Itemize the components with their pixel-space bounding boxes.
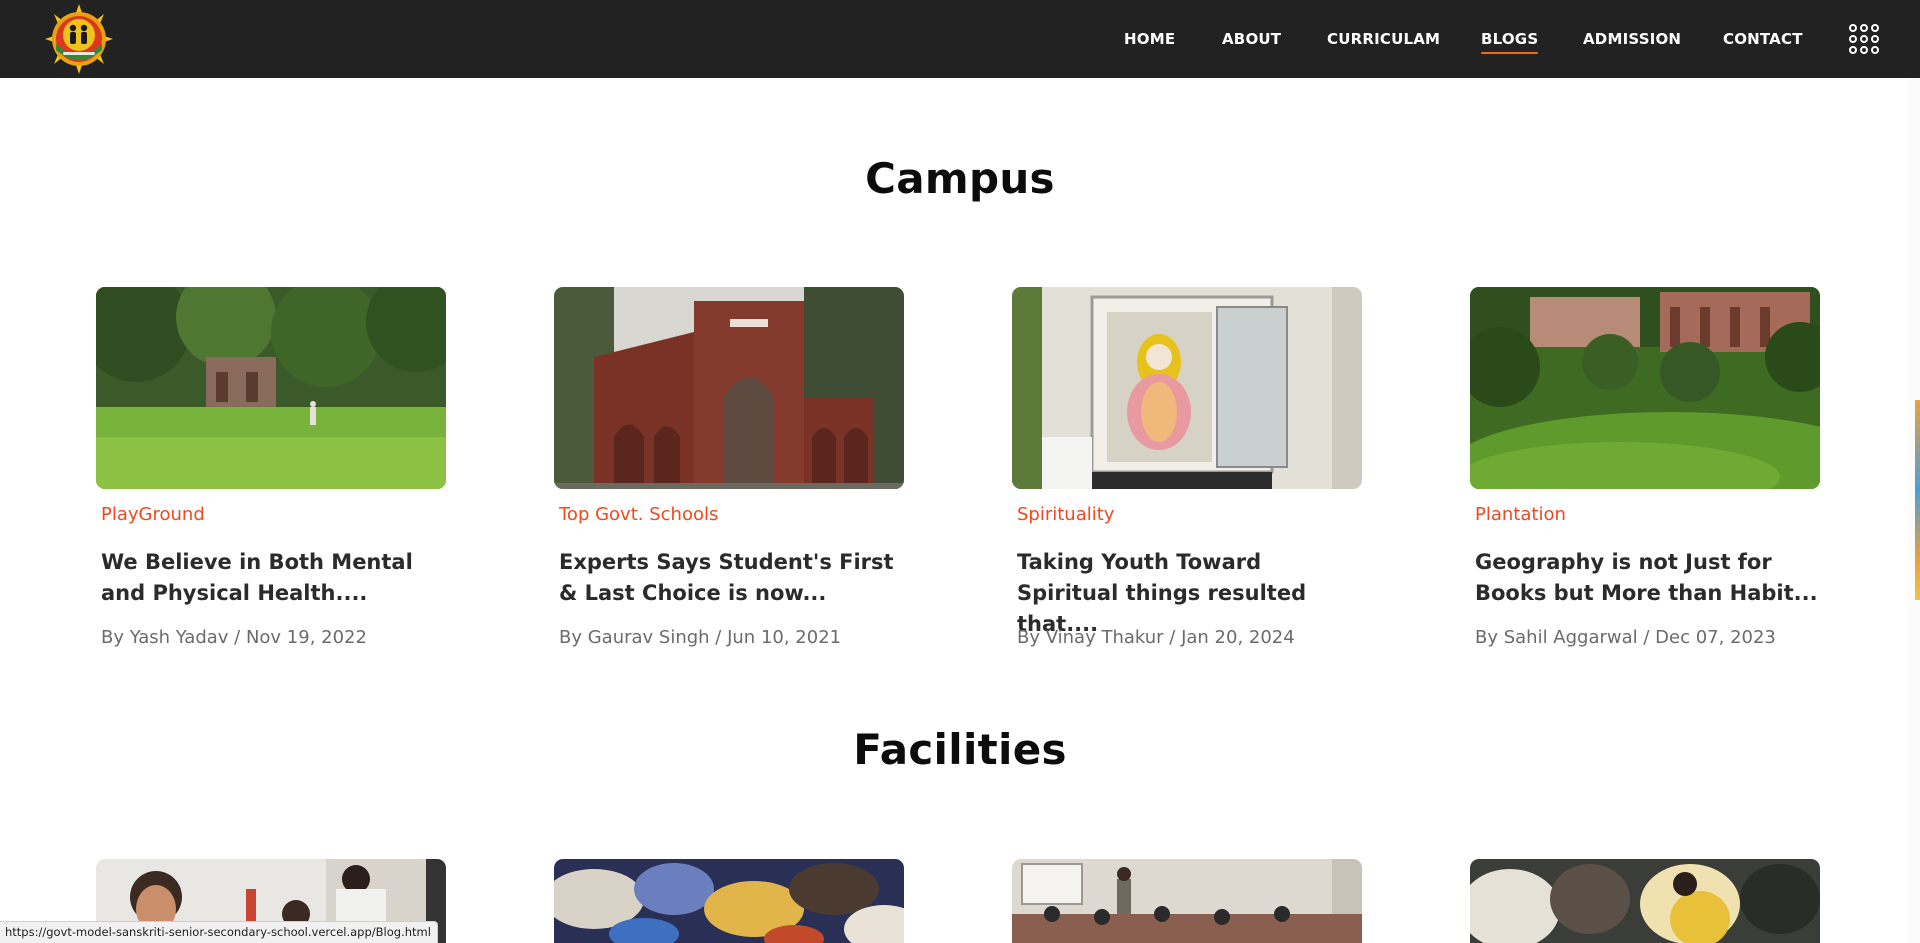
blog-card[interactable]: Top Govt. Schools Experts Says Student's… xyxy=(554,287,904,657)
facility-card-image[interactable] xyxy=(1470,859,1820,943)
nav-about[interactable]: ABOUT xyxy=(1222,30,1281,48)
card-category[interactable]: Spirituality xyxy=(1017,504,1114,525)
section-title-facilities: Facilities xyxy=(853,725,1067,774)
nav-admission[interactable]: ADMISSION xyxy=(1583,30,1681,48)
section-title-campus: Campus xyxy=(865,154,1055,203)
card-image-shrine[interactable] xyxy=(1012,287,1362,489)
blog-card[interactable]: PlayGround We Believe in Both Mental and… xyxy=(96,287,446,657)
card-meta: By Vinay Thakur / Jan 20, 2024 xyxy=(1017,627,1295,648)
card-image-garden[interactable] xyxy=(1470,287,1820,489)
card-meta: By Gaurav Singh / Jun 10, 2021 xyxy=(559,627,842,648)
card-meta: By Yash Yadav / Nov 19, 2022 xyxy=(101,627,367,648)
facility-card-image[interactable] xyxy=(1012,859,1362,943)
card-image-playground[interactable] xyxy=(96,287,446,489)
nav-blogs[interactable]: BLOGS xyxy=(1481,30,1539,54)
top-navbar: HOME ABOUT CURRICULAM BLOGS ADMISSION CO… xyxy=(0,0,1920,78)
facility-card-image[interactable] xyxy=(554,859,904,943)
blog-card[interactable]: Plantation Geography is not Just for Boo… xyxy=(1470,287,1820,657)
nav-contact[interactable]: CONTACT xyxy=(1723,30,1803,48)
card-image-school-building[interactable] xyxy=(554,287,904,489)
card-title[interactable]: Experts Says Student's First & Last Choi… xyxy=(559,547,904,609)
card-title[interactable]: We Believe in Both Mental and Physical H… xyxy=(101,547,446,609)
grid-menu-icon[interactable] xyxy=(1849,24,1879,54)
status-bar-url: https://govt-model-sanskriti-senior-seco… xyxy=(0,921,438,943)
scroll-edge-accent xyxy=(1915,400,1920,600)
nav-home[interactable]: HOME xyxy=(1124,30,1175,48)
blog-card[interactable]: Spirituality Taking Youth Toward Spiritu… xyxy=(1012,287,1362,657)
card-category[interactable]: Plantation xyxy=(1475,504,1566,525)
school-logo[interactable] xyxy=(42,4,116,74)
card-title[interactable]: Geography is not Just for Books but More… xyxy=(1475,547,1820,609)
nav-curriculam[interactable]: CURRICULAM xyxy=(1327,30,1440,48)
card-meta: By Sahil Aggarwal / Dec 07, 2023 xyxy=(1475,627,1776,648)
card-category[interactable]: Top Govt. Schools xyxy=(559,504,718,525)
card-category[interactable]: PlayGround xyxy=(101,504,205,525)
